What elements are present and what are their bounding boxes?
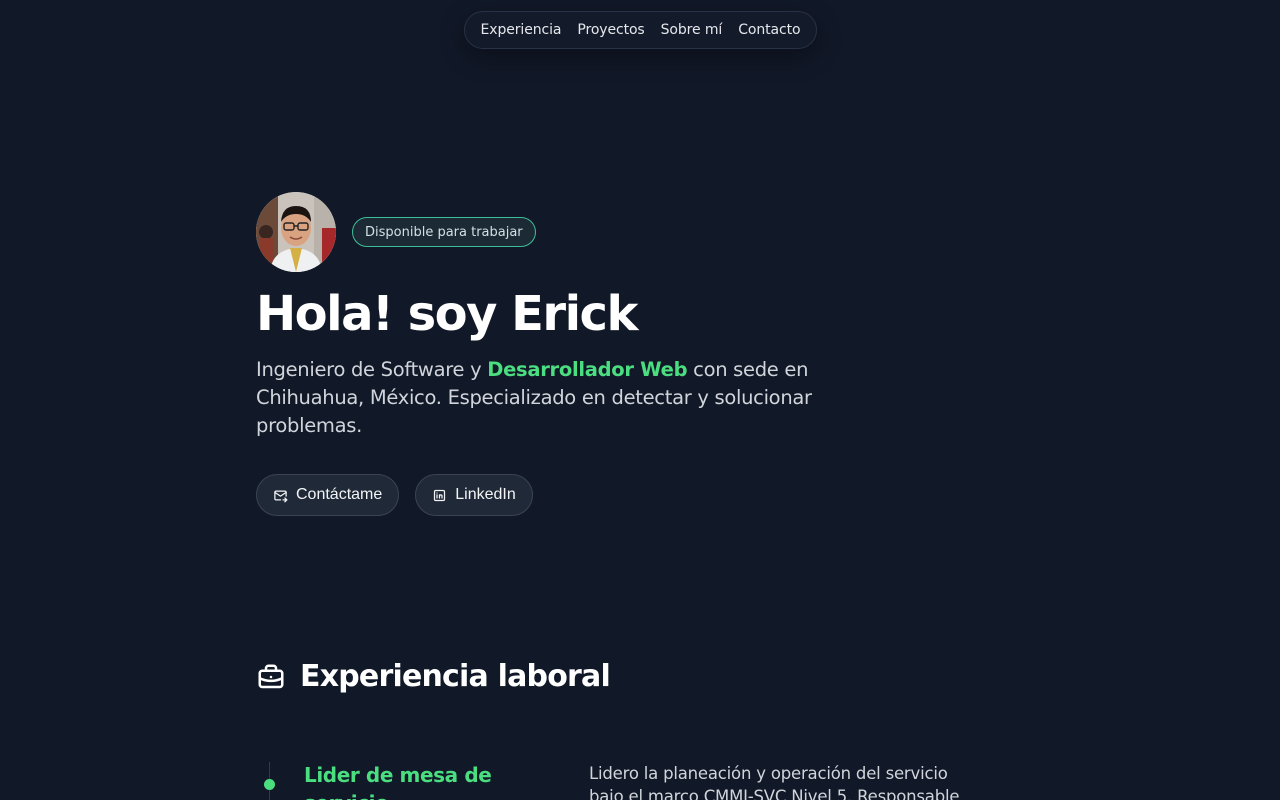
hero-lead: Ingeniero de Software y Desarrollador We…	[256, 356, 816, 440]
briefcase-icon	[258, 664, 284, 688]
page: Experiencia Proyectos Sobre mí Contacto	[0, 0, 1280, 800]
linkedin-button[interactable]: LinkedIn	[415, 474, 533, 516]
top-nav: Experiencia Proyectos Sobre mí Contacto	[464, 11, 817, 49]
hero: Disponible para trabajar Hola! soy Erick…	[256, 192, 816, 516]
lead-highlight: Desarrollador Web	[487, 358, 688, 381]
experience-title: Experiencia laboral	[300, 659, 611, 694]
avatar-photo	[256, 192, 336, 272]
experience-heading: Experiencia laboral	[256, 659, 611, 694]
hero-buttons: Contáctame LinkedIn	[256, 474, 816, 516]
hero-title: Hola! soy Erick	[256, 286, 638, 342]
lead-text-start: Ingeniero de Software y	[256, 358, 488, 381]
contact-button[interactable]: Contáctame	[256, 474, 400, 516]
nav-item-experiencia[interactable]: Experiencia	[481, 22, 562, 38]
contact-button-label: Contáctame	[296, 486, 383, 503]
linkedin-button-label: LinkedIn	[455, 486, 516, 503]
avatar-row: Disponible para trabajar	[256, 192, 816, 272]
job-title: Lider de mesa de servicio	[304, 763, 492, 800]
nav-item-sobre-mi[interactable]: Sobre mí	[661, 22, 723, 38]
mail-icon	[274, 490, 288, 502]
timeline-dot	[264, 779, 275, 790]
job-description: Lidero la planeación y operación del ser…	[589, 764, 960, 800]
nav-item-proyectos[interactable]: Proyectos	[577, 22, 644, 38]
nav-item-contacto[interactable]: Contacto	[738, 22, 800, 38]
linkedin-icon	[434, 489, 446, 501]
avatar	[256, 192, 336, 272]
availability-badge: Disponible para trabajar	[352, 217, 536, 247]
